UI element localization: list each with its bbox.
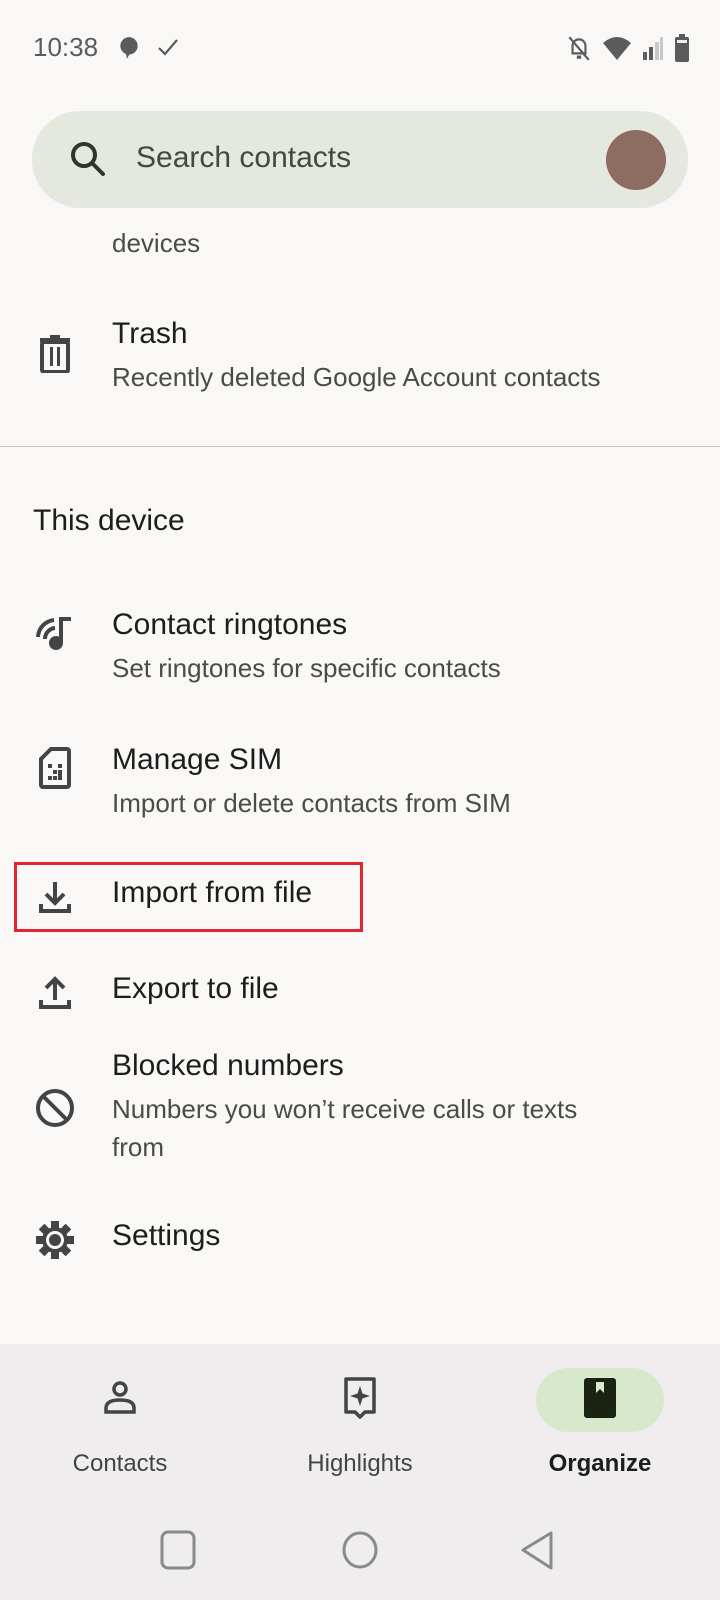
item-subtitle: Import or delete contacts from SIM <box>112 788 511 818</box>
search-icon[interactable] <box>68 139 108 184</box>
home-button[interactable] <box>341 1530 379 1575</box>
item-subtitle: Set ringtones for specific contacts <box>112 653 501 683</box>
list-item-blocked-numbers[interactable]: Blocked numbers Numbers you won’t receiv… <box>0 1045 720 1175</box>
highlights-icon <box>342 1376 378 1425</box>
list-item-trash[interactable]: Trash Recently deleted Google Account co… <box>0 300 720 420</box>
active-indicator <box>536 1368 664 1432</box>
recents-button[interactable] <box>160 1530 196 1575</box>
list-item-settings[interactable]: Settings <box>0 1205 720 1275</box>
divider <box>0 446 720 447</box>
list-item-manage-sim[interactable]: Manage SIM Import or delete contacts fro… <box>0 725 720 835</box>
search-bar[interactable]: Search contacts <box>32 111 688 208</box>
wifi-icon <box>602 35 632 66</box>
ringtone-icon <box>34 612 76 654</box>
section-header: This device <box>33 504 185 537</box>
item-title: Trash <box>112 317 188 350</box>
tab-organize[interactable]: Organize <box>500 1344 700 1494</box>
tab-label: Organize <box>548 1450 652 1477</box>
back-button[interactable] <box>520 1530 556 1577</box>
notifications-off-icon <box>566 34 592 67</box>
organize-icon <box>583 1377 617 1424</box>
tab-contacts[interactable]: Contacts <box>20 1344 220 1494</box>
list-item-export-to-file[interactable]: Export to file <box>0 958 720 1028</box>
download-icon <box>34 876 76 918</box>
avatar[interactable] <box>606 130 666 190</box>
chat-bubble-icon <box>116 35 142 66</box>
tab-label: Highlights <box>307 1450 413 1477</box>
item-title: Settings <box>112 1219 221 1252</box>
status-time: 10:38 <box>33 32 99 62</box>
item-subtitle: Numbers you won’t receive calls or texts… <box>112 1094 578 1162</box>
search-input[interactable]: Search contacts <box>136 141 351 175</box>
system-nav <box>0 1530 720 1580</box>
block-icon <box>34 1087 76 1129</box>
list-item-import-from-file[interactable]: Import from file <box>0 862 720 932</box>
status-bar: 10:38 <box>0 0 720 96</box>
item-title: Contact ringtones <box>112 608 348 641</box>
gear-icon <box>34 1219 76 1261</box>
check-icon <box>156 35 180 66</box>
item-title: Manage SIM <box>112 743 283 776</box>
list-item-contact-ringtones[interactable]: Contact ringtones Set ringtones for spec… <box>0 590 720 700</box>
item-title: Blocked numbers <box>112 1049 344 1082</box>
tab-highlights[interactable]: Highlights <box>260 1344 460 1494</box>
cell-signal-icon <box>642 36 664 65</box>
tab-label: Contacts <box>72 1450 168 1477</box>
partial-item-subtitle: devices <box>112 228 201 258</box>
person-icon <box>102 1380 138 1421</box>
sim-card-icon <box>34 747 76 789</box>
item-title: Import from file <box>112 876 313 909</box>
item-subtitle: Recently deleted Google Account contacts <box>112 362 601 392</box>
battery-icon <box>674 34 690 67</box>
trash-icon <box>34 333 76 375</box>
upload-icon <box>34 972 76 1014</box>
item-title: Export to file <box>112 972 279 1005</box>
